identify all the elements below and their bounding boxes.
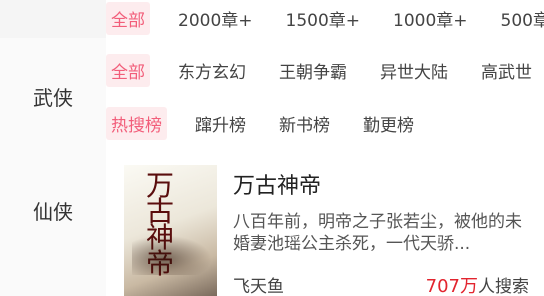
tab-frequent-update[interactable]: 勤更榜 — [358, 107, 419, 140]
filter-chip-high-martial[interactable]: 高武世 — [476, 54, 537, 87]
tab-new-books[interactable]: 新书榜 — [274, 107, 335, 140]
search-count: 707万人搜索 — [426, 272, 529, 296]
ranking-filter-row: 热搜榜 蹿升榜 新书榜 勤更榜 — [106, 105, 442, 141]
cover-ink-decoration — [132, 235, 212, 275]
search-count-number: 707万 — [425, 276, 478, 296]
filter-chip-1000[interactable]: 1000章+ — [388, 2, 473, 35]
book-author: 飞天鱼 — [233, 277, 284, 296]
tab-hot-search[interactable]: 热搜榜 — [106, 106, 167, 140]
filter-chip-all-genres[interactable]: 全部 — [106, 53, 150, 87]
tab-rising[interactable]: 蹿升榜 — [190, 107, 251, 140]
filter-chip-dynasty[interactable]: 王朝争霸 — [274, 54, 352, 87]
filter-chip-all-words[interactable]: 全部 — [106, 1, 150, 35]
genre-filter-row: 全部 东方玄幻 王朝争霸 异世大陆 高武世 — [106, 52, 544, 88]
filter-chip-eastern-fantasy[interactable]: 东方玄幻 — [173, 54, 251, 87]
search-count-suffix: 人搜索 — [478, 277, 529, 296]
sidebar-item-wuxia[interactable]: 武侠 — [0, 82, 106, 111]
filter-chip-other-world[interactable]: 异世大陆 — [375, 54, 453, 87]
filter-chip-2000[interactable]: 2000章+ — [173, 2, 258, 35]
book-title[interactable]: 万古神帝 — [233, 168, 321, 200]
sidebar-selected-background — [0, 38, 106, 296]
sidebar-item-xianxia[interactable]: 仙侠 — [0, 196, 106, 225]
book-cover[interactable]: 万古神帝 — [124, 165, 217, 296]
word-count-filter-row: 全部 2000章+ 1500章+ 1000章+ 500章+ — [106, 0, 544, 36]
filter-chip-1500[interactable]: 1500章+ — [281, 2, 366, 35]
main-content: 全部 2000章+ 1500章+ 1000章+ 500章+ 全部 东方玄幻 王朝… — [106, 0, 544, 296]
filter-chip-500[interactable]: 500章+ — [496, 2, 544, 35]
book-description: 八百年前，明帝之子张若尘，被他的未婚妻池瑶公主杀死，一代天骄... — [233, 212, 522, 254]
category-sidebar: 武侠 仙侠 — [0, 0, 106, 296]
book-list-item[interactable]: 万古神帝 万古神帝 八百年前，明帝之子张若尘，被他的未婚妻池瑶公主杀死，一代天骄… — [124, 165, 544, 296]
